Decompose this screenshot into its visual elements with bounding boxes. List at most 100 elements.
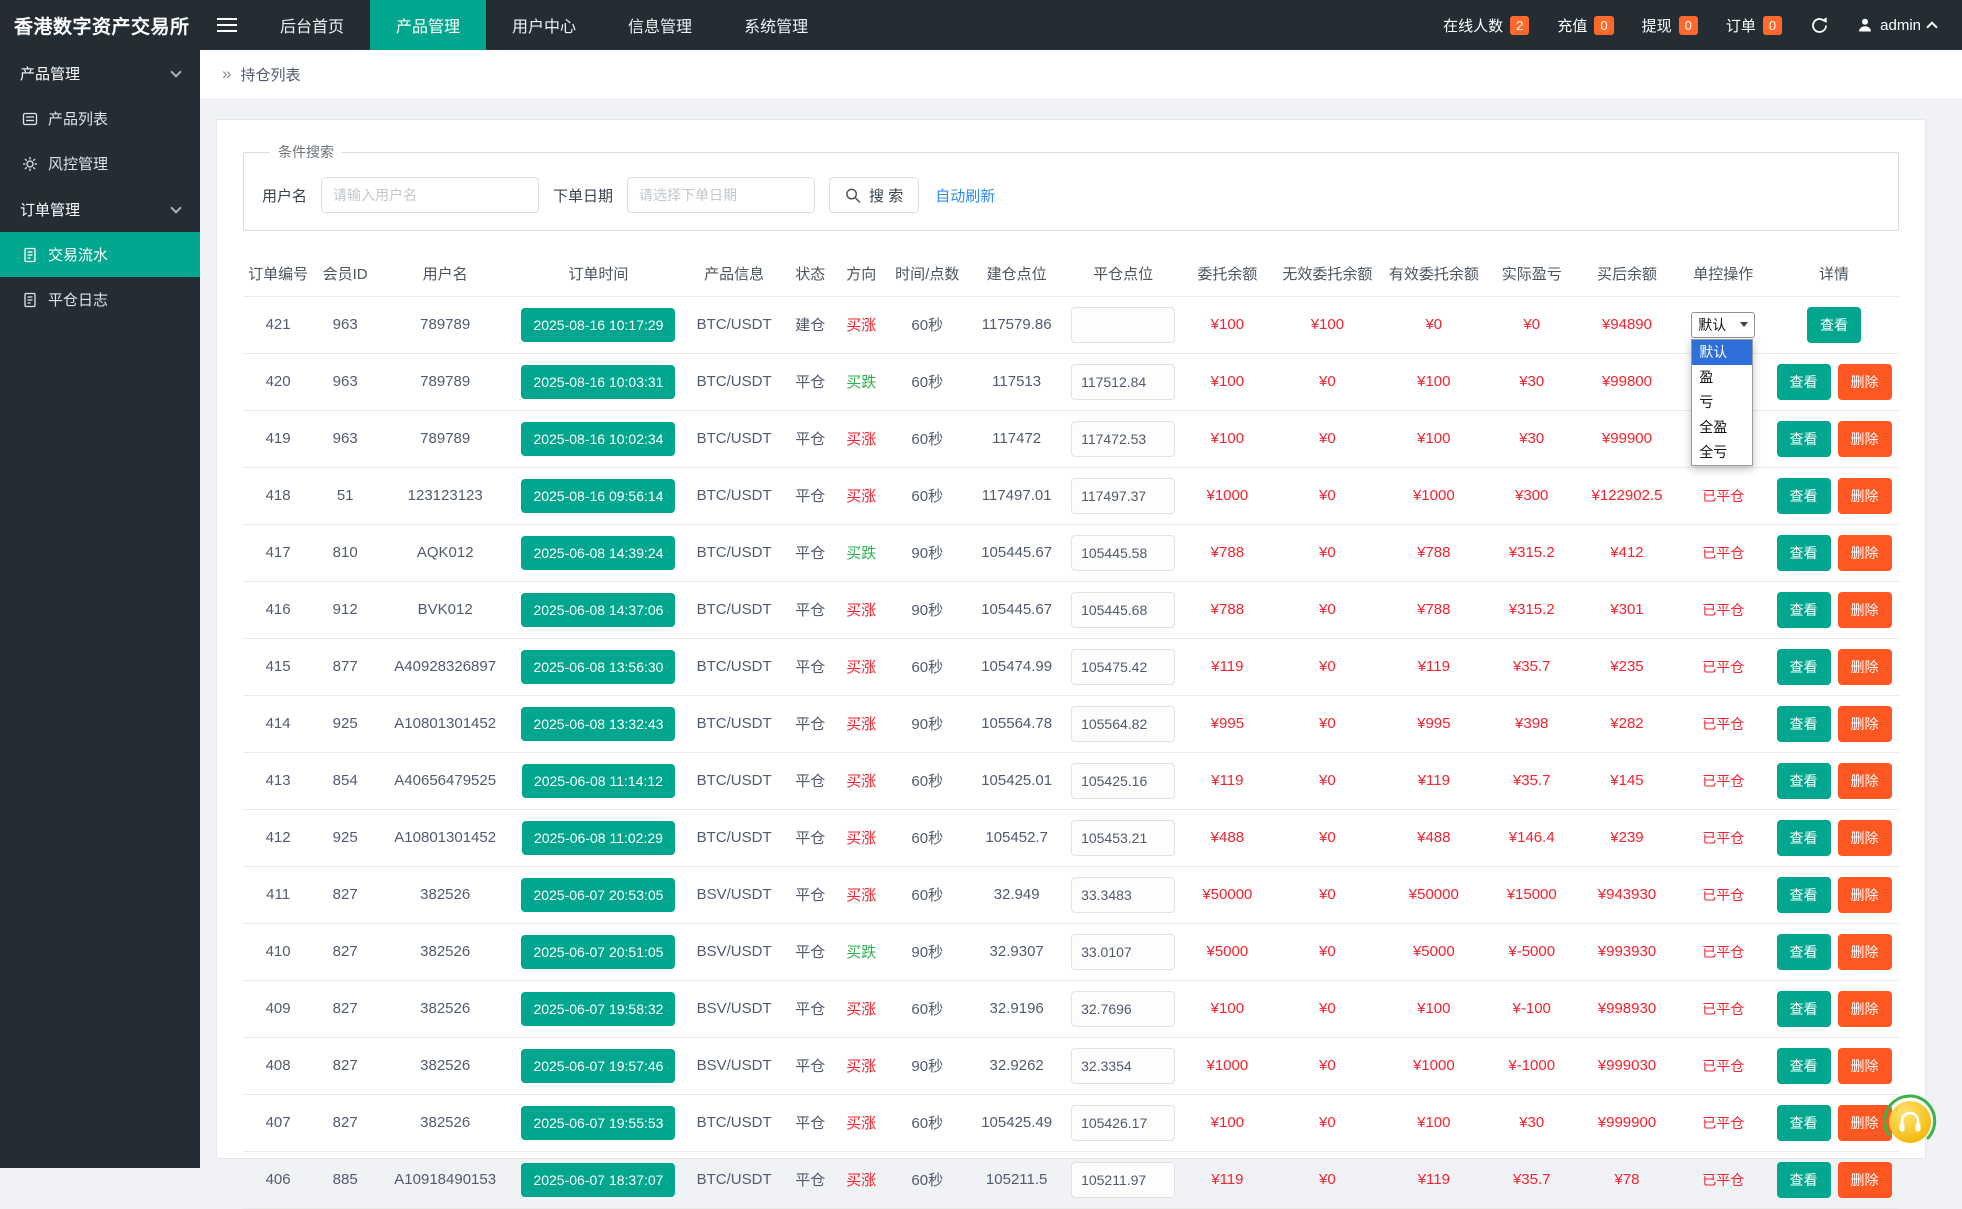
view-button[interactable]: 查看 bbox=[1777, 877, 1831, 913]
close-point-input[interactable] bbox=[1071, 934, 1175, 970]
delete-button[interactable]: 删除 bbox=[1838, 535, 1892, 571]
view-button[interactable]: 查看 bbox=[1777, 1162, 1831, 1198]
status-cell: 平仓 bbox=[785, 809, 836, 866]
delete-button[interactable]: 删除 bbox=[1838, 934, 1892, 970]
close-point-cell bbox=[1066, 1037, 1181, 1094]
delete-button[interactable]: 删除 bbox=[1838, 706, 1892, 742]
order-time-button[interactable]: 2025-08-16 10:03:31 bbox=[521, 365, 675, 399]
close-point-cell bbox=[1066, 638, 1181, 695]
delete-button[interactable]: 删除 bbox=[1838, 763, 1892, 799]
delete-button[interactable]: 删除 bbox=[1838, 421, 1892, 457]
close-point-input[interactable] bbox=[1071, 478, 1175, 514]
close-point-input[interactable] bbox=[1071, 307, 1175, 343]
order-date-input[interactable] bbox=[627, 177, 815, 213]
delete-button[interactable]: 删除 bbox=[1838, 649, 1892, 685]
close-point-input[interactable] bbox=[1071, 649, 1175, 685]
sidebar-item-产品列表[interactable]: 产品列表 bbox=[0, 96, 200, 141]
view-button[interactable]: 查看 bbox=[1777, 991, 1831, 1027]
view-button[interactable]: 查看 bbox=[1777, 706, 1831, 742]
order-time-button[interactable]: 2025-06-07 19:55:53 bbox=[521, 1106, 675, 1140]
order-time-button[interactable]: 2025-06-07 19:58:32 bbox=[521, 992, 675, 1026]
close-point-input[interactable] bbox=[1071, 1048, 1175, 1084]
sidebar-item-交易流水[interactable]: 交易流水 bbox=[0, 232, 200, 277]
order-time-button[interactable]: 2025-06-08 13:32:43 bbox=[521, 707, 675, 741]
dropdown-option[interactable]: 亏 bbox=[1692, 390, 1752, 415]
order-time-button[interactable]: 2025-06-07 19:57:46 bbox=[521, 1049, 675, 1083]
detail-cell: 查看删除 bbox=[1769, 581, 1899, 638]
delete-button[interactable]: 删除 bbox=[1838, 592, 1892, 628]
view-button[interactable]: 查看 bbox=[1777, 421, 1831, 457]
view-button[interactable]: 查看 bbox=[1777, 1048, 1831, 1084]
close-point-input[interactable] bbox=[1071, 991, 1175, 1027]
control-select-box[interactable]: 默认 bbox=[1691, 312, 1755, 338]
dropdown-option[interactable]: 盈 bbox=[1692, 365, 1752, 390]
delete-button[interactable]: 删除 bbox=[1838, 991, 1892, 1027]
sidebar-item-平仓日志[interactable]: 平仓日志 bbox=[0, 277, 200, 322]
close-point-input[interactable] bbox=[1071, 706, 1175, 742]
username-input[interactable] bbox=[321, 177, 539, 213]
close-point-input[interactable] bbox=[1071, 820, 1175, 856]
view-button[interactable]: 查看 bbox=[1777, 820, 1831, 856]
order-time-button[interactable]: 2025-08-16 09:56:14 bbox=[521, 479, 675, 513]
close-point-input[interactable] bbox=[1071, 1162, 1175, 1198]
top-stat[interactable]: 充值0 bbox=[1557, 15, 1613, 36]
delete-button[interactable]: 删除 bbox=[1838, 1048, 1892, 1084]
dropdown-option[interactable]: 全亏 bbox=[1692, 440, 1752, 465]
order-time-button[interactable]: 2025-06-07 20:53:05 bbox=[521, 878, 675, 912]
order-time-button[interactable]: 2025-06-08 11:02:29 bbox=[522, 821, 675, 855]
view-button[interactable]: 查看 bbox=[1777, 649, 1831, 685]
view-button[interactable]: 查看 bbox=[1777, 364, 1831, 400]
top-nav-item[interactable]: 用户中心 bbox=[486, 0, 602, 50]
top-nav-item[interactable]: 系统管理 bbox=[718, 0, 834, 50]
auto-refresh-link[interactable]: 自动刷新 bbox=[935, 185, 995, 206]
direction-label: 买涨 bbox=[846, 602, 876, 619]
close-point-input[interactable] bbox=[1071, 1105, 1175, 1141]
top-nav-item[interactable]: 信息管理 bbox=[602, 0, 718, 50]
view-button[interactable]: 查看 bbox=[1777, 592, 1831, 628]
dropdown-option[interactable]: 全盈 bbox=[1692, 415, 1752, 440]
order-date-label: 下单日期 bbox=[553, 185, 613, 206]
top-nav-item[interactable]: 产品管理 bbox=[370, 0, 486, 50]
view-button[interactable]: 查看 bbox=[1777, 1105, 1831, 1141]
view-button[interactable]: 查看 bbox=[1777, 934, 1831, 970]
top-nav-item[interactable]: 后台首页 bbox=[254, 0, 370, 50]
control-select[interactable]: 默认默认盈亏全盈全亏 bbox=[1691, 312, 1755, 338]
view-button[interactable]: 查看 bbox=[1777, 535, 1831, 571]
search-button[interactable]: 搜 索 bbox=[829, 177, 919, 213]
order-time-button[interactable]: 2025-06-08 14:37:06 bbox=[521, 593, 675, 627]
delete-button[interactable]: 删除 bbox=[1838, 364, 1892, 400]
view-button[interactable]: 查看 bbox=[1777, 478, 1831, 514]
delete-button[interactable]: 删除 bbox=[1838, 478, 1892, 514]
top-stat[interactable]: 在线人数2 bbox=[1443, 15, 1529, 36]
delete-button[interactable]: 删除 bbox=[1838, 1162, 1892, 1198]
view-button[interactable]: 查看 bbox=[1807, 307, 1861, 343]
duration-cell: 60秒 bbox=[887, 638, 968, 695]
sidebar-group-产品管理[interactable]: 产品管理 bbox=[0, 50, 200, 96]
view-button[interactable]: 查看 bbox=[1777, 763, 1831, 799]
order-time-button[interactable]: 2025-08-16 10:17:29 bbox=[521, 308, 675, 342]
user-menu[interactable]: admin bbox=[1857, 17, 1936, 34]
delete-button[interactable]: 删除 bbox=[1838, 820, 1892, 856]
product-cell: BSV/USDT bbox=[684, 1037, 785, 1094]
close-point-input[interactable] bbox=[1071, 592, 1175, 628]
close-point-input[interactable] bbox=[1071, 535, 1175, 571]
dropdown-option[interactable]: 默认 bbox=[1692, 340, 1752, 365]
delete-button[interactable]: 删除 bbox=[1838, 877, 1892, 913]
sidebar-group-订单管理[interactable]: 订单管理 bbox=[0, 186, 200, 232]
order-time-button[interactable]: 2025-06-08 13:56:30 bbox=[521, 650, 675, 684]
top-stat[interactable]: 订单0 bbox=[1726, 15, 1782, 36]
order-time-button[interactable]: 2025-06-08 14:39:24 bbox=[521, 536, 675, 570]
order-time-button[interactable]: 2025-06-08 11:14:12 bbox=[522, 764, 675, 798]
close-point-input[interactable] bbox=[1071, 763, 1175, 799]
sidebar-item-风控管理[interactable]: 风控管理 bbox=[0, 141, 200, 186]
close-point-input[interactable] bbox=[1071, 877, 1175, 913]
order-time-button[interactable]: 2025-06-07 20:51:05 bbox=[521, 935, 675, 969]
order-time-button[interactable]: 2025-08-16 10:02:34 bbox=[521, 422, 675, 456]
open-point-cell: 105445.67 bbox=[968, 581, 1066, 638]
close-point-input[interactable] bbox=[1071, 364, 1175, 400]
top-stat[interactable]: 提现0 bbox=[1642, 15, 1698, 36]
refresh-icon[interactable] bbox=[1810, 16, 1829, 35]
floating-service-button[interactable] bbox=[1880, 1092, 1940, 1152]
close-point-input[interactable] bbox=[1071, 421, 1175, 457]
hamburger-menu-icon[interactable] bbox=[200, 0, 254, 50]
